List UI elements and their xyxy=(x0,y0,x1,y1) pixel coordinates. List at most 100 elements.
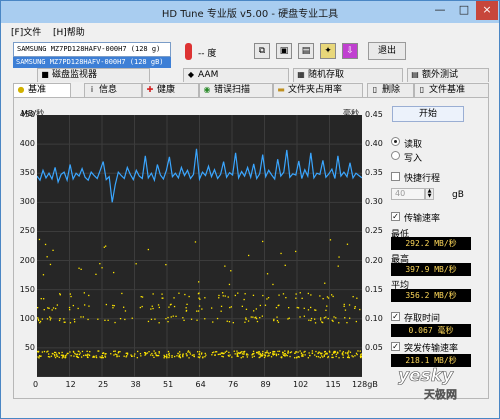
tab-disk-monitor[interactable]: ■ 磁盘监视器 xyxy=(37,68,150,82)
menu-file[interactable]: [F]文件 xyxy=(11,25,41,38)
access-time-point xyxy=(168,355,171,357)
access-time-point xyxy=(237,355,239,357)
access-time-point xyxy=(227,296,229,298)
access-time-point xyxy=(259,304,261,307)
access-time-point xyxy=(196,310,198,312)
burst-rate-checkbox[interactable]: ✓ xyxy=(391,342,400,351)
tab-aam[interactable]: ◆ AAM xyxy=(183,68,289,82)
tab-random-access[interactable]: ▦ 随机存取 xyxy=(293,68,403,82)
access-time-point xyxy=(288,307,290,309)
access-time-point xyxy=(349,351,352,353)
access-time-point xyxy=(356,297,358,299)
short-stroke-spinner[interactable]: ▲ ▼ xyxy=(425,188,434,200)
access-time-point xyxy=(197,310,200,312)
y-right-tick: 0.10 xyxy=(365,313,383,323)
maximize-button[interactable]: □ xyxy=(452,1,476,20)
access-time-point xyxy=(303,307,305,309)
read-radio[interactable] xyxy=(391,137,400,146)
access-time-point xyxy=(239,352,241,354)
short-stroke-checkbox[interactable] xyxy=(391,172,400,181)
access-time-point xyxy=(226,350,228,352)
exit-button[interactable]: 退出 xyxy=(368,42,406,60)
settings-icon[interactable]: ✦ xyxy=(320,43,336,59)
access-time-point xyxy=(297,356,300,358)
access-time-point xyxy=(158,306,160,309)
access-time-point xyxy=(310,294,312,296)
access-time-point xyxy=(194,241,197,243)
access-time-checkbox[interactable]: ✓ xyxy=(391,312,400,321)
download-icon[interactable]: ⇩ xyxy=(342,43,358,59)
access-time-point xyxy=(315,309,317,311)
access-time-point xyxy=(158,322,160,324)
tab-row-bottom: ● 基准 i 信息 ✚ 健康 ◉ 错误扫描 ▬ 文件夹占用率 ▯ 删除 ▯ 文件基准 xyxy=(13,83,489,97)
access-time-point xyxy=(218,294,220,297)
access-time-point xyxy=(199,355,201,357)
access-time-point xyxy=(352,356,354,358)
short-stroke-input[interactable]: 40 xyxy=(391,188,425,200)
access-time-point xyxy=(105,303,107,306)
access-time-point xyxy=(79,352,81,354)
access-time-point xyxy=(175,315,177,317)
tab-file-benchmark[interactable]: ▯ 文件基准 xyxy=(414,83,489,97)
access-time-point xyxy=(107,319,109,321)
access-time-point xyxy=(189,351,191,353)
access-time-point xyxy=(73,318,76,321)
access-time-point xyxy=(347,355,350,357)
access-time-point xyxy=(307,309,310,311)
access-time-point xyxy=(113,271,115,274)
access-time-point xyxy=(78,353,81,356)
minimize-button[interactable]: — xyxy=(428,1,452,20)
access-time-point xyxy=(250,316,252,318)
access-time-point xyxy=(56,353,58,355)
transfer-rate-checkbox[interactable]: ✓ xyxy=(391,212,400,221)
access-time-point xyxy=(238,352,240,354)
tab-health[interactable]: ✚ 健康 xyxy=(142,83,199,97)
drive-select[interactable]: SAMSUNG MZ7PD128HAFV-000H7 (128 g) xyxy=(13,42,171,57)
erase-icon: ▯ xyxy=(372,85,378,94)
x-tick: 12 xyxy=(65,380,76,389)
y-left-tick: 150 xyxy=(19,284,35,294)
access-time-point xyxy=(172,315,174,317)
speaker-icon: ◆ xyxy=(187,70,195,79)
transfer-rate-label: 传输速率 xyxy=(404,214,441,224)
access-time-point xyxy=(38,319,40,322)
access-time-point xyxy=(72,350,75,353)
tab-extra-tests[interactable]: ▤ 额外测试 xyxy=(407,68,489,82)
write-radio[interactable] xyxy=(391,151,400,160)
save-icon[interactable]: ▣ xyxy=(276,43,292,59)
access-time-point xyxy=(58,356,60,358)
access-time-value: 0.067 毫秒 xyxy=(391,324,471,337)
access-time-point xyxy=(49,316,51,318)
access-time-point xyxy=(284,353,286,355)
access-time-point xyxy=(222,356,224,358)
close-button[interactable]: × xyxy=(476,1,498,20)
menu-help[interactable]: [H]帮助 xyxy=(53,25,85,38)
tab-folder-usage[interactable]: ▬ 文件夹占用率 xyxy=(273,83,363,97)
access-time-point xyxy=(323,354,325,356)
tab-error-scan[interactable]: ◉ 错误扫描 xyxy=(199,83,273,97)
tab-info[interactable]: i 信息 xyxy=(84,83,142,97)
access-time-point xyxy=(348,357,350,359)
start-button[interactable]: 开始 xyxy=(392,106,464,122)
copy-icon[interactable]: ⧉ xyxy=(254,43,270,59)
access-time-point xyxy=(310,317,313,320)
access-time-point xyxy=(52,249,54,251)
access-time-point xyxy=(113,354,115,356)
access-time-point xyxy=(354,307,356,309)
drive-option[interactable]: SAMSUNG MZ7PD128HAFV-000H7 (128 gB) xyxy=(13,57,171,68)
access-time-point xyxy=(304,354,306,356)
access-time-point xyxy=(332,295,334,298)
access-time-point xyxy=(131,317,133,319)
access-time-point xyxy=(46,318,49,320)
access-time-point xyxy=(252,316,254,318)
tab-benchmark[interactable]: ● 基准 xyxy=(13,83,71,97)
access-time-point xyxy=(70,295,72,298)
tab-erase[interactable]: ▯ 删除 xyxy=(367,83,414,97)
access-time-point xyxy=(297,307,300,309)
access-time-point xyxy=(158,352,160,354)
access-time-point xyxy=(148,351,150,353)
x-tick: 128gB xyxy=(352,380,378,389)
options-icon[interactable]: ▤ xyxy=(298,43,314,59)
access-time-point xyxy=(93,356,96,358)
access-time-point xyxy=(326,305,328,307)
